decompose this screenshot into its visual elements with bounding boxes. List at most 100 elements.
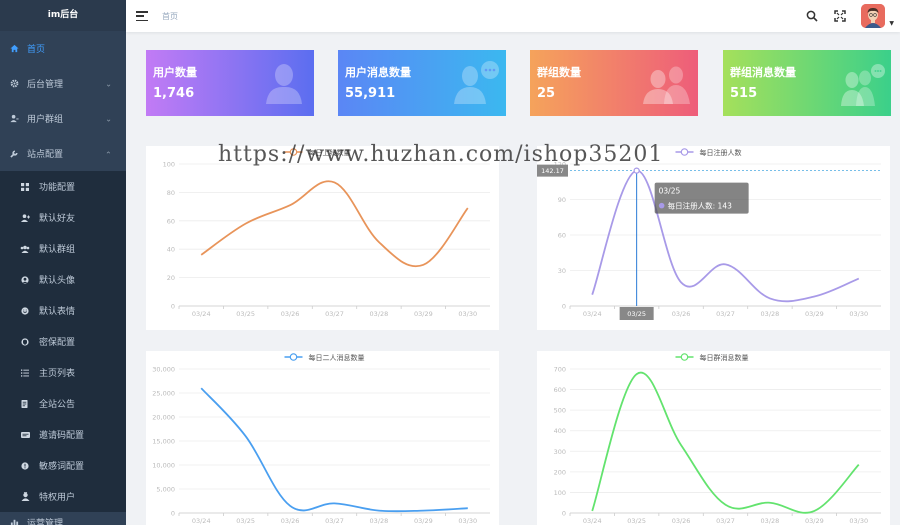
sidebar-subitem-features[interactable]: 功能配置 — [0, 171, 126, 202]
avatar[interactable] — [861, 4, 886, 28]
chart-icon — [9, 517, 19, 525]
x-tick-label: 03/29 — [805, 517, 824, 525]
group-message-icon — [839, 62, 887, 109]
sidebar-item-admin[interactable]: 后台管理 ⌄ — [0, 66, 126, 101]
series-line — [591, 371, 860, 514]
x-tick-label: 03/28 — [370, 517, 389, 525]
y-tick-label: 700 — [554, 366, 566, 374]
sidebar-item-operations[interactable]: 运营管理 — [0, 512, 126, 525]
x-tick-label: 03/26 — [672, 310, 691, 318]
y-tick-label: 0 — [562, 303, 566, 311]
sidebar-item-label: 首页 — [27, 45, 46, 55]
group-icon — [640, 64, 690, 107]
sidebar: im后台 首页 后台管理 ⌄ 用户群组 ⌄ 站点配置 ⌄ 功能配置 默认好友 默… — [0, 0, 126, 525]
data-point-highlight — [633, 167, 640, 174]
chart-daily-register: 每日注册人数030609012003/2403/2503/2603/2703/2… — [537, 148, 881, 320]
legend-marker — [289, 353, 298, 361]
x-tick-label: 03/28 — [370, 310, 389, 318]
x-tick-label: 03/27 — [716, 517, 735, 525]
sidebar-subitem-label: 密保配置 — [39, 338, 76, 348]
x-tick-label: 03/24 — [192, 517, 211, 525]
y-tick-label: 40 — [167, 246, 175, 254]
y-tick-label: 100 — [554, 489, 566, 497]
y-tick-label: 0 — [171, 510, 175, 518]
y-tick-label: 100 — [163, 161, 175, 169]
sidebar-subitem-default-groups[interactable]: 默认群组 — [0, 233, 126, 264]
sidebar-item-home[interactable]: 首页 — [0, 31, 126, 66]
sidebar-item-label: 后台管理 — [27, 80, 64, 90]
x-tick-label: 03/30 — [849, 517, 868, 525]
stat-card-users: 用户数量 1,746 — [146, 50, 314, 116]
chart-group-messages: 每日群消息数量 0 100 200 300 400 500 600 700 03/24 03/25 0… — [554, 353, 881, 525]
axis-pointer-x-label: 03/25 — [627, 310, 646, 318]
app-logo: im后台 — [0, 0, 126, 31]
x-tick-label: 03/27 — [325, 310, 344, 318]
legend-label: 每日二人消息数量 — [309, 353, 365, 362]
chevron-down-icon: ⌄ — [105, 79, 112, 88]
sidebar-subitem-vip-users[interactable]: 特权用户 — [0, 481, 126, 512]
x-tick-label: 03/29 — [414, 517, 433, 525]
chart-panel-group-messages: 每日群消息数量 0 100 200 300 400 500 600 700 03/24 03/25 0… — [537, 351, 890, 525]
sidebar-subitem-homepage-list[interactable]: 主页列表 — [0, 357, 126, 388]
sidebar-subitem-label: 敏感词配置 — [39, 462, 85, 472]
x-tick-label: 03/26 — [281, 310, 300, 318]
x-tick-label: 03/30 — [458, 310, 477, 318]
smile-icon — [20, 306, 30, 316]
chart-private-messages: 每日二人消息数量 0 5,000 10,000 15,000 20,000 25,000 30… — [152, 353, 490, 525]
face-icon — [20, 275, 30, 285]
stat-card-group-messages: 群组消息数量 515 — [723, 50, 891, 116]
fullscreen-icon[interactable] — [833, 9, 847, 23]
chevron-up-icon: ⌄ — [105, 149, 112, 158]
x-tick-label: 03/29 — [414, 310, 433, 318]
wrench-icon — [9, 149, 19, 159]
caret-down-icon[interactable]: ▼ — [889, 20, 894, 27]
y-tick-label: 60 — [167, 217, 175, 225]
chart-panel-daily-online: 每日上线数量 0 20 40 60 80 100 03/24 03/25 03/26 03/27 03… — [146, 146, 499, 330]
y-tick-label: 600 — [554, 386, 566, 394]
breadcrumb[interactable]: 首页 — [162, 11, 178, 22]
sidebar-subitem-default-friends[interactable]: 默认好友 — [0, 202, 126, 233]
sidebar-item-site-config[interactable]: 站点配置 ⌄ — [0, 136, 126, 171]
series-line — [200, 387, 468, 513]
sidebar-item-label: 运营管理 — [27, 518, 64, 525]
y-tick-label: 80 — [167, 189, 175, 197]
gear-icon — [9, 79, 19, 89]
user-message-icon — [454, 60, 500, 107]
grid-icon — [20, 182, 30, 192]
legend-marker — [680, 353, 689, 361]
x-tick-label: 03/24 — [192, 310, 211, 318]
list-icon — [20, 368, 30, 378]
chart-panel-private-messages: 每日二人消息数量 0 5,000 10,000 15,000 20,000 25,000 30… — [146, 351, 499, 525]
legend-label: 每日注册人数 — [700, 148, 742, 157]
sidebar-subitem-security[interactable]: 密保配置 — [0, 326, 126, 357]
site-config-submenu: 功能配置 默认好友 默认群组 默认头像 默认表情 密保配置 主页列表 全站公告 — [0, 171, 126, 512]
sidebar-subitem-announcement[interactable]: 全站公告 — [0, 388, 126, 419]
x-tick-label: 03/28 — [761, 310, 780, 318]
home-icon — [9, 44, 19, 54]
ticket-icon — [20, 430, 30, 440]
warning-icon — [20, 461, 30, 471]
stat-card-user-messages: 用户消息数量 55,911 — [338, 50, 506, 116]
group-icon — [20, 244, 30, 254]
x-tick-label: 03/25 — [627, 517, 646, 525]
sidebar-subitem-default-avatar[interactable]: 默认头像 — [0, 264, 126, 295]
y-tick-label: 30 — [558, 267, 566, 275]
x-tick-label: 03/26 — [281, 517, 300, 525]
sidebar-subitem-label: 默认表情 — [39, 307, 76, 317]
y-tick-label: 10,000 — [152, 462, 175, 470]
x-tick-label: 03/26 — [672, 517, 691, 525]
sidebar-subitem-default-emoji[interactable]: 默认表情 — [0, 295, 126, 326]
legend-label: 每日群消息数量 — [700, 353, 749, 362]
sidebar-subitem-label: 默认群组 — [39, 245, 76, 255]
y-tick-label: 20 — [167, 274, 175, 282]
sidebar-item-users[interactable]: 用户群组 ⌄ — [0, 101, 126, 136]
chart-daily-online: 每日上线数量02040608010003/24 03/25 03/26 03/27 03… — [163, 148, 490, 318]
sidebar-subitem-sensitive-words[interactable]: 敏感词配置 — [0, 450, 126, 481]
sidebar-subitem-invite-code[interactable]: 邀请码配置 — [0, 419, 126, 450]
x-tick-label: 03/30 — [458, 517, 477, 525]
y-tick-label: 30,000 — [152, 366, 175, 374]
search-icon[interactable] — [805, 9, 819, 23]
sidebar-subitem-label: 特权用户 — [39, 493, 76, 503]
y-tick-label: 200 — [554, 468, 566, 476]
hamburger-icon[interactable] — [136, 11, 148, 21]
